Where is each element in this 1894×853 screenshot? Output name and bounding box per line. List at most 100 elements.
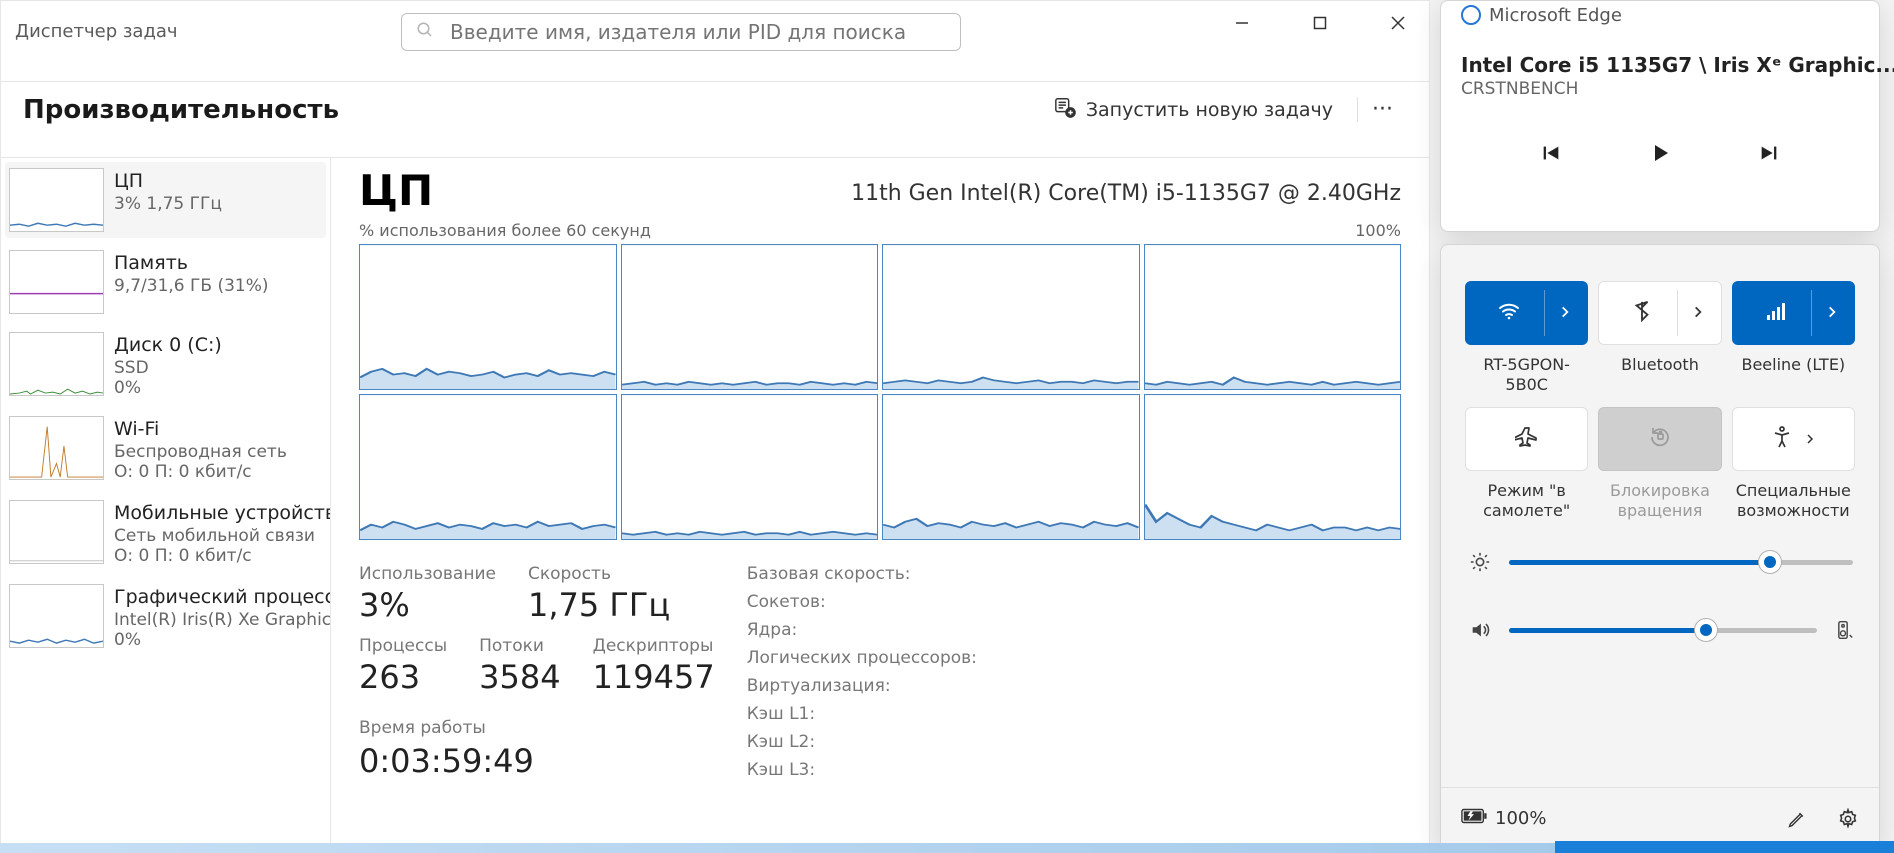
run-new-task-label: Запустить новую задачу (1086, 99, 1333, 121)
rotation-lock-icon (1648, 425, 1672, 453)
cpu-chart-grid (359, 244, 1401, 540)
sidebar-thumb-wifi (9, 416, 104, 480)
airplane-mode-tile[interactable] (1465, 407, 1588, 471)
search-box[interactable] (401, 13, 961, 51)
chevron-right-icon[interactable] (1691, 304, 1705, 323)
run-new-task-button[interactable]: Запустить новую задачу (1054, 96, 1333, 123)
play-button[interactable] (1648, 141, 1672, 165)
cpu-model-name: 11th Gen Intel(R) Core(TM) i5-1135G7 @ 2… (851, 181, 1401, 206)
chevron-right-icon[interactable] (1804, 430, 1816, 449)
l1-cache-label: Кэш L1: (747, 704, 977, 724)
chevron-right-icon[interactable] (1558, 304, 1572, 323)
media-controls (1461, 141, 1859, 165)
wifi-icon (1497, 299, 1521, 327)
chart-axis-left: % использования более 60 секунд (359, 221, 651, 240)
sidebar-thumb-mobile (9, 500, 104, 564)
bluetooth-tile-label: Bluetooth (1621, 355, 1699, 397)
sidebar-item-sub: 3% 1,75 ГГц (114, 194, 222, 214)
cpu-core-chart-1 (621, 244, 879, 390)
media-source-row: Microsoft Edge (1461, 5, 1859, 25)
bluetooth-tile[interactable] (1598, 281, 1721, 345)
battery-status[interactable]: 100% (1461, 808, 1546, 829)
brightness-slider-row (1467, 551, 1853, 573)
cpu-core-chart-6 (882, 394, 1140, 540)
volume-slider-row (1467, 619, 1853, 641)
page-header: Производительность Запустить новую задач… (1, 81, 1429, 137)
l3-cache-label: Кэш L3: (747, 760, 977, 780)
brightness-slider[interactable] (1509, 560, 1853, 565)
sidebar-item-sub2: 0% (114, 630, 331, 650)
base-speed-label: Базовая скорость: (747, 564, 977, 584)
edge-icon (1461, 5, 1481, 25)
sidebar-item-name: Wi-Fi (114, 418, 287, 440)
sidebar-item-disk0[interactable]: Диск 0 (C:) SSD 0% (5, 326, 326, 404)
cpu-detail-pane: ЦП 11th Gen Intel(R) Core(TM) i5-1135G7 … (331, 158, 1429, 852)
cellular-icon (1764, 299, 1788, 327)
sidebar-thumb-gpu (9, 584, 104, 648)
sidebar-item-sub: 9,7/31,6 ГБ (31%) (114, 276, 269, 296)
previous-track-button[interactable] (1540, 141, 1562, 165)
bluetooth-icon (1631, 300, 1653, 326)
page-title: Производительность (23, 95, 339, 125)
battery-percent: 100% (1495, 808, 1546, 829)
accessibility-tile[interactable] (1732, 407, 1855, 471)
threads-label: Потоки (479, 636, 560, 656)
handles-value: 119457 (593, 658, 715, 696)
close-button[interactable] (1375, 5, 1421, 41)
logical-processors-label: Логических процессоров: (747, 648, 977, 668)
chevron-right-icon[interactable] (1825, 304, 1839, 323)
sidebar-item-sub2: О: 0 П: 0 кбит/с (114, 462, 287, 482)
minimize-button[interactable] (1219, 5, 1265, 41)
cores-label: Ядра: (747, 620, 977, 640)
chart-axis-labels: % использования более 60 секунд 100% (359, 221, 1401, 240)
wifi-tile-label: RT-5GPON-5B0C (1465, 355, 1588, 397)
usage-label: Использование (359, 564, 496, 584)
accessibility-tile-label: Специальные возможности (1732, 481, 1855, 523)
rotation-lock-tile-label: Блокировка вращения (1598, 481, 1721, 523)
cpu-stats: Использование 3% Скорость 1,75 ГГц Проце… (359, 564, 1401, 780)
sidebar-item-gpu[interactable]: Графический процессор Intel(R) Iris(R) X… (5, 578, 326, 656)
sidebar-item-sub: SSD (114, 358, 222, 378)
rotation-lock-tile (1598, 407, 1721, 471)
performance-sidebar: ЦП 3% 1,75 ГГц Память 9,7/31,6 ГБ (31%) … (1, 158, 331, 852)
sidebar-item-name: ЦП (114, 170, 222, 192)
volume-icon (1467, 619, 1493, 641)
sidebar-item-name: Графический процессор (114, 586, 331, 608)
battery-icon (1461, 808, 1487, 829)
volume-slider[interactable] (1509, 628, 1817, 633)
airplane-mode-tile-label: Режим "в самолете" (1465, 481, 1588, 523)
sidebar-item-sub2: 0% (114, 378, 222, 398)
run-task-icon (1054, 96, 1076, 123)
maximize-button[interactable] (1297, 5, 1343, 41)
cpu-core-chart-2 (882, 244, 1140, 390)
media-track-artist: CRSTNBENCH (1461, 79, 1894, 99)
sidebar-item-name: Память (114, 252, 269, 274)
quick-settings-footer: 100% (1441, 787, 1879, 849)
search-input[interactable] (448, 19, 946, 45)
wifi-tile[interactable] (1465, 281, 1588, 345)
task-manager-window: Диспетчер задач Производительность (0, 0, 1430, 853)
settings-button[interactable] (1837, 808, 1859, 830)
media-track-title: Intel Core i5 1135G7 \ Iris Xᵉ Graphic..… (1461, 53, 1894, 77)
sidebar-item-wifi[interactable]: Wi-Fi Беспроводная сеть О: 0 П: 0 кбит/с (5, 410, 326, 488)
processes-value: 263 (359, 658, 447, 696)
cellular-tile-label: Beeline (LTE) (1741, 355, 1845, 397)
cpu-core-chart-0 (359, 244, 617, 390)
more-options-button[interactable]: ··· (1357, 97, 1407, 122)
audio-output-button[interactable] (1833, 619, 1853, 641)
sockets-label: Сокетов: (747, 592, 977, 612)
sidebar-item-sub: Беспроводная сеть (114, 442, 287, 462)
sidebar-item-mobile[interactable]: Мобильные устройства Сеть мобильной связ… (5, 494, 326, 572)
sidebar-thumb-memory (9, 250, 104, 314)
sidebar-item-memory[interactable]: Память 9,7/31,6 ГБ (31%) (5, 244, 326, 320)
cpu-core-chart-4 (359, 394, 617, 540)
cpu-core-chart-7 (1144, 394, 1402, 540)
sidebar-item-cpu[interactable]: ЦП 3% 1,75 ГГц (5, 162, 326, 238)
search-icon (416, 21, 434, 43)
edit-quick-settings-button[interactable] (1787, 809, 1807, 829)
airplane-icon (1515, 425, 1539, 453)
sidebar-item-name: Диск 0 (C:) (114, 334, 222, 356)
sidebar-item-sub: Intel(R) Iris(R) Xe Graphics (114, 610, 331, 630)
next-track-button[interactable] (1758, 141, 1780, 165)
cellular-tile[interactable] (1732, 281, 1855, 345)
